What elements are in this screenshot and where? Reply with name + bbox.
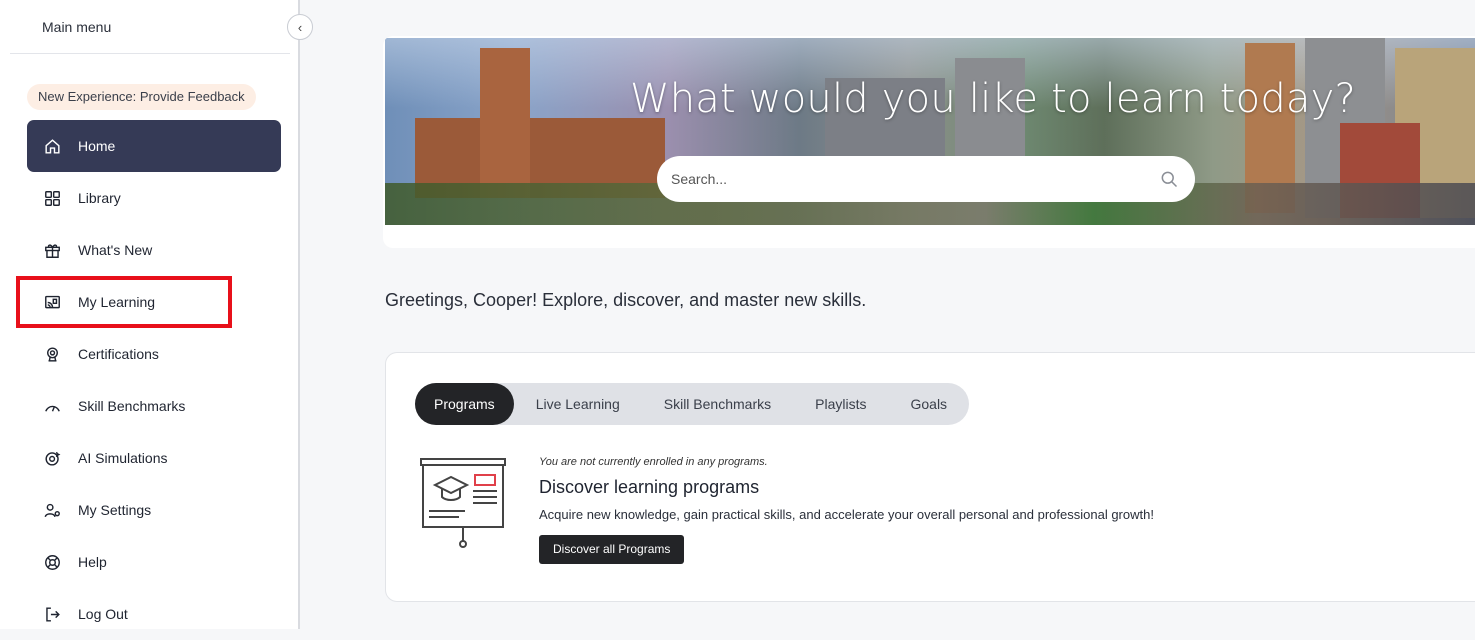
nav-item-skill-benchmarks[interactable]: Skill Benchmarks <box>27 380 281 432</box>
nav-item-ai-simulations[interactable]: AI Simulations <box>27 432 281 484</box>
nav-item-home[interactable]: Home <box>27 120 281 172</box>
greeting-text: Greetings, Cooper! Explore, discover, an… <box>385 290 867 310</box>
discover-programs-description: Acquire new knowledge, gain practical sk… <box>539 507 1154 522</box>
nav-item-my-learning[interactable]: My Learning <box>27 276 281 328</box>
award-icon <box>42 344 62 364</box>
nav-item-certifications[interactable]: Certifications <box>27 328 281 380</box>
nav-item-help[interactable]: Help <box>27 536 281 588</box>
ai-target-icon <box>42 448 62 468</box>
provide-feedback-button[interactable]: New Experience: Provide Feedback <box>27 84 256 110</box>
nav-item-log-out[interactable]: Log Out <box>27 588 281 640</box>
grid-icon <box>42 188 62 208</box>
tab-programs[interactable]: Programs <box>415 383 514 425</box>
search-icon[interactable] <box>1159 169 1179 189</box>
nav-item-label: Home <box>78 138 116 154</box>
nav-item-label: Skill Benchmarks <box>78 398 186 414</box>
nav-item-whats-new[interactable]: What's New <box>27 224 281 276</box>
nav-item-label: My Learning <box>78 294 156 310</box>
tab-skill-benchmarks[interactable]: Skill Benchmarks <box>642 383 793 425</box>
nav-item-label: Help <box>78 554 107 570</box>
search-bar <box>657 156 1195 202</box>
cast-screen-icon <box>42 292 62 312</box>
main-menu-title: Main menu <box>42 19 112 35</box>
nav-item-label: Log Out <box>78 606 128 622</box>
hero-title: What would you like to learn today? <box>630 76 1356 122</box>
nav-item-label: What's New <box>78 242 153 258</box>
nav-item-my-settings[interactable]: My Settings <box>27 484 281 536</box>
programs-empty-state: You are not currently enrolled in any pr… <box>539 456 1154 564</box>
logout-icon <box>42 604 62 624</box>
not-enrolled-text: You are not currently enrolled in any pr… <box>539 456 768 468</box>
gauge-icon <box>42 396 62 416</box>
programs-card: Programs Live Learning Skill Benchmarks … <box>385 352 1475 602</box>
tab-live-learning[interactable]: Live Learning <box>514 383 642 425</box>
discover-programs-title: Discover learning programs <box>539 477 760 497</box>
user-settings-icon <box>42 500 62 520</box>
tab-playlists[interactable]: Playlists <box>793 383 888 425</box>
main-nav: Home Library What's New My Learning Cert… <box>27 120 281 640</box>
nav-item-label: Certifications <box>78 346 159 362</box>
search-input[interactable] <box>669 170 1159 188</box>
gift-icon <box>42 240 62 260</box>
hero-banner-image: What would you like to learn today? <box>385 38 1475 225</box>
learning-tabs: Programs Live Learning Skill Benchmarks … <box>415 383 970 425</box>
chevron-left-icon: ‹ <box>297 19 303 35</box>
collapse-sidebar-button[interactable]: ‹ <box>287 14 313 40</box>
nav-item-label: Library <box>78 190 121 206</box>
discover-all-programs-button[interactable]: Discover all Programs <box>539 535 685 564</box>
nav-item-library[interactable]: Library <box>27 172 281 224</box>
home-icon <box>42 136 62 156</box>
presentation-board-icon <box>420 458 506 548</box>
tab-goals[interactable]: Goals <box>888 383 969 425</box>
hero-card: What would you like to learn today? <box>383 36 1475 248</box>
nav-item-label: My Settings <box>78 502 152 518</box>
nav-item-label: AI Simulations <box>78 450 168 466</box>
sidebar: Main menu New Experience: Provide Feedba… <box>0 0 300 629</box>
menu-divider <box>10 53 290 54</box>
lifebuoy-icon <box>42 552 62 572</box>
